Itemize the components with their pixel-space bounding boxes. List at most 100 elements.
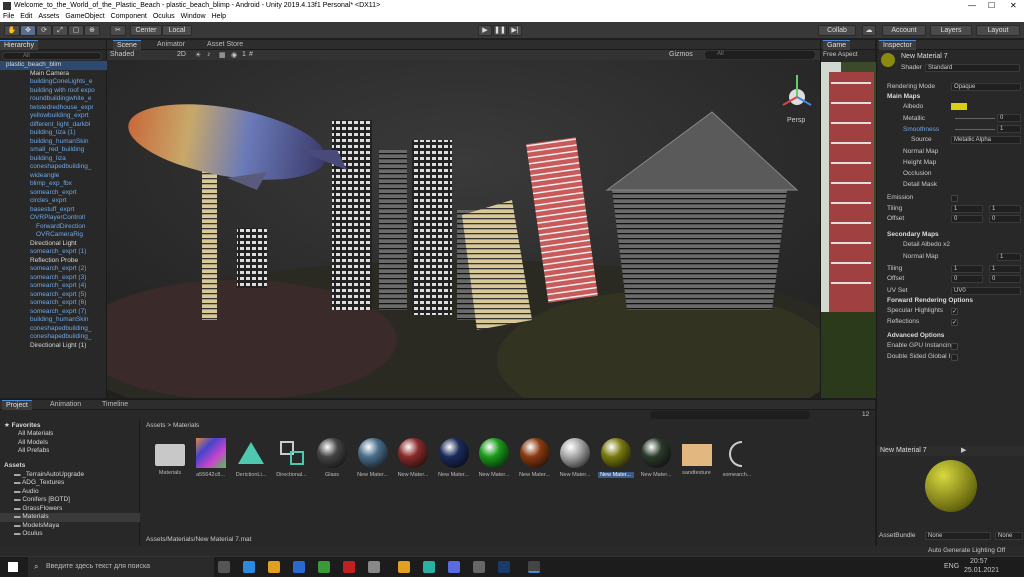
source-dropdown[interactable]: Metallic Alpha [951, 136, 1021, 144]
asset-item[interactable]: New Mater... [517, 438, 553, 478]
hierarchy-item[interactable]: small_red_building [0, 146, 107, 155]
menu-file[interactable]: File [3, 13, 14, 20]
fav-all-materials[interactable]: All Materials [0, 430, 53, 439]
asset-item[interactable]: New Mater... [355, 438, 391, 478]
hierarchy-item[interactable]: coneshapedbuilding_ [0, 333, 107, 342]
hierarchy-item[interactable]: yellowbuilding_exprt [0, 112, 107, 121]
gizmos-dropdown[interactable]: Gizmos [669, 51, 693, 58]
smoothness-slider[interactable] [955, 129, 995, 130]
mail-icon[interactable] [293, 561, 305, 573]
steam-icon[interactable] [498, 561, 510, 573]
uv-set-dropdown[interactable]: UV0 [951, 287, 1021, 295]
hierarchy-item[interactable]: somearch_exprt (3) [0, 274, 107, 283]
project-folder[interactable]: ▬ GrassFlowers [0, 505, 140, 514]
hierarchy-item[interactable]: somearch_exprt [0, 189, 107, 198]
grid-toggle-icon[interactable]: # [249, 51, 253, 58]
shader-dropdown[interactable]: Standard [925, 64, 1020, 72]
pause-button[interactable]: ❚❚ [493, 25, 507, 36]
effects-toggle-icon[interactable]: ▦ [219, 51, 226, 59]
oculus-icon[interactable] [473, 561, 485, 573]
assetbundle-dropdown[interactable]: None [925, 532, 991, 540]
asset-item[interactable]: Directional... [274, 438, 310, 478]
offset2-y-field[interactable]: 0 [989, 275, 1021, 283]
tab-animation[interactable]: Animation [46, 400, 85, 410]
hidden-objects-icon[interactable]: ◉ [231, 51, 237, 59]
collab-button[interactable]: Collab [818, 25, 856, 36]
asset-item[interactable]: somearch... [719, 438, 755, 478]
asset-item[interactable]: New Mater... [436, 438, 472, 478]
hierarchy-item[interactable]: somearch_exprt (1) [0, 248, 107, 257]
metallic-slider[interactable] [955, 118, 995, 119]
layout-dropdown[interactable]: Layout [976, 25, 1020, 36]
menu-component[interactable]: Component [111, 13, 147, 20]
project-folder[interactable]: ▬ ADG_Textures [0, 479, 140, 488]
project-folder[interactable]: ▬ Conifers [BOTD] [0, 496, 140, 505]
maximize-icon[interactable]: ☐ [988, 0, 995, 12]
menu-help[interactable]: Help [212, 13, 226, 20]
cloud-icon[interactable]: ☁ [862, 25, 876, 36]
app-icon[interactable] [368, 561, 380, 573]
hierarchy-item[interactable]: building_humanSkin [0, 138, 107, 147]
chrome-icon[interactable] [398, 561, 410, 573]
fav-all-prefabs[interactable]: All Prefabs [0, 447, 49, 456]
hierarchy-item[interactable]: circles_exprt [0, 197, 107, 206]
hierarchy-item[interactable]: somearch_exprt (7) [0, 308, 107, 317]
hierarchy-item[interactable]: somearch_exprt (5) [0, 291, 107, 300]
project-search-input[interactable] [650, 411, 810, 419]
2d-toggle[interactable]: 2D [177, 51, 186, 58]
hierarchy-item[interactable]: basestuff_exprt [0, 206, 107, 215]
hierarchy-item[interactable]: roundbuildingwhite_e [0, 95, 107, 104]
tab-timeline[interactable]: Timeline [98, 400, 132, 410]
taskbar-search-box[interactable]: ⌕ Введите здесь текст для поиска [28, 557, 214, 577]
asset-item[interactable]: New Mater... [476, 438, 512, 478]
windows-start-icon[interactable] [8, 562, 18, 572]
asset-item[interactable]: a55642c8... [193, 438, 229, 478]
smoothness-value[interactable]: 1 [997, 125, 1021, 133]
opera-icon[interactable] [343, 561, 355, 573]
menu-oculus[interactable]: Oculus [153, 13, 175, 20]
offset-y-field[interactable]: 0 [989, 215, 1021, 223]
tiling2-x-field[interactable]: 1 [951, 265, 983, 273]
offset2-x-field[interactable]: 0 [951, 275, 983, 283]
project-folder[interactable]: ▬ ModelsMaya [0, 522, 140, 531]
menu-window[interactable]: Window [181, 13, 206, 20]
account-dropdown[interactable]: Account [882, 25, 926, 36]
maya-icon[interactable] [423, 561, 435, 573]
scene-search-input[interactable]: All [705, 51, 815, 59]
specular-checkbox[interactable]: ✓ [951, 308, 958, 315]
offset-x-field[interactable]: 0 [951, 215, 983, 223]
tab-scene[interactable]: Scene [113, 40, 141, 50]
hierarchy-item[interactable]: wideangle [0, 172, 107, 181]
file-explorer-icon[interactable] [268, 561, 280, 573]
minimize-icon[interactable]: — [968, 0, 976, 12]
hierarchy-item[interactable]: Reflection Probe [0, 257, 107, 266]
menu-gameobject[interactable]: GameObject [65, 13, 104, 20]
edge-browser-icon[interactable] [243, 561, 255, 573]
rotate-tool-icon[interactable]: ⟳ [36, 25, 52, 36]
shading-mode-dropdown[interactable]: Shaded [110, 51, 134, 58]
pivot-center-button[interactable]: Center [130, 25, 162, 36]
menu-assets[interactable]: Assets [38, 13, 59, 20]
rendering-mode-dropdown[interactable]: Opaque [951, 83, 1021, 91]
albedo-color-swatch[interactable] [951, 103, 967, 110]
emission-checkbox[interactable] [951, 195, 958, 202]
asset-item[interactable]: Glass [314, 438, 350, 478]
scene-viewport[interactable]: Persp [107, 60, 820, 398]
reflections-checkbox[interactable]: ✓ [951, 319, 958, 326]
tab-asset-store[interactable]: Asset Store [203, 40, 247, 50]
unity-taskbar-icon[interactable] [528, 561, 540, 573]
lighting-toggle-icon[interactable]: ☀ [195, 51, 201, 59]
hierarchy-item[interactable]: twistedredhouse_expr [0, 104, 107, 113]
material-preview-sphere[interactable] [925, 460, 977, 512]
discord-icon[interactable] [448, 561, 460, 573]
language-indicator[interactable]: ENG [944, 563, 959, 570]
play-button[interactable]: ▶ [478, 25, 492, 36]
project-folder[interactable]: ▬ Oculus [0, 530, 140, 539]
close-icon[interactable]: ✕ [1010, 0, 1017, 12]
project-folder[interactable]: ▬ _TerrainAutoUpgrade [0, 471, 140, 480]
tab-game[interactable]: Game [823, 40, 851, 50]
hierarchy-item[interactable]: building_humanSkin [0, 316, 107, 325]
step-button[interactable]: ▶| [508, 25, 522, 36]
pivot-local-button[interactable]: Local [162, 25, 192, 36]
hierarchy-item[interactable]: OVRPlayerControll [0, 214, 107, 223]
